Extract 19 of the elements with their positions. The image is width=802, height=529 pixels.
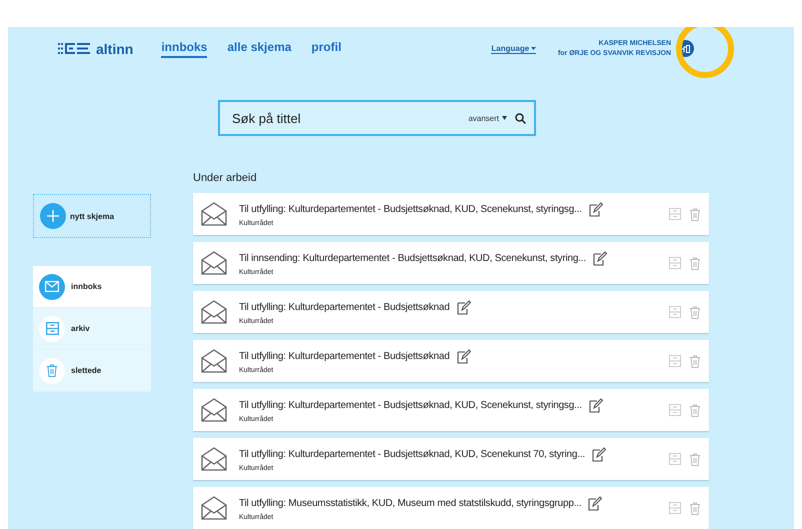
nav-tab[interactable]: profil <box>311 40 342 58</box>
message-title: Til utfylling: Kulturdepartementet - Budsjettsøknad, KUD, Scenekunst 70, styring... <box>239 448 585 460</box>
sidebar-item[interactable]: innboks <box>33 266 151 308</box>
message-title: Til utfylling: Kulturdepartementet - Budsjettsøknad <box>239 350 450 362</box>
advanced-dropdown[interactable]: avansert <box>468 114 507 122</box>
message-title: Til utfylling: Kulturdepartementet - Budsjettsøknad, KUD, Scenekunst, styringsg... <box>239 204 582 214</box>
message-title: Til innsending: Kulturdepartementet - Budsjettsøknad, KUD, Scenekunst, styring... <box>239 252 586 264</box>
nav-tab[interactable]: alle skjema <box>227 40 292 58</box>
message-title: Til utfylling: Kulturdepartementet - Budsjettsøknad <box>239 302 450 312</box>
altinn-logo[interactable]: altinn <box>58 40 134 56</box>
search-field[interactable]: Søk på tittel avansert <box>218 100 536 136</box>
message-title: Til utfylling: Kulturdepartementet - Budsjettsøknad, KUD, Scenekunst, styringsg... <box>239 400 582 410</box>
sidebar-item[interactable]: slettede <box>33 350 151 392</box>
section-title: Under arbeid <box>193 172 258 184</box>
new-form-button[interactable]: nytt skjema <box>33 194 151 238</box>
language-dropdown[interactable]: Language <box>491 44 536 54</box>
nav-tab[interactable]: innboks <box>161 40 208 58</box>
message-title: Til utfylling: Museumsstatistikk, KUD, Museum med statstilskudd, styringsgrupp... <box>239 498 582 508</box>
sidebar-item[interactable]: arkiv <box>33 308 151 350</box>
